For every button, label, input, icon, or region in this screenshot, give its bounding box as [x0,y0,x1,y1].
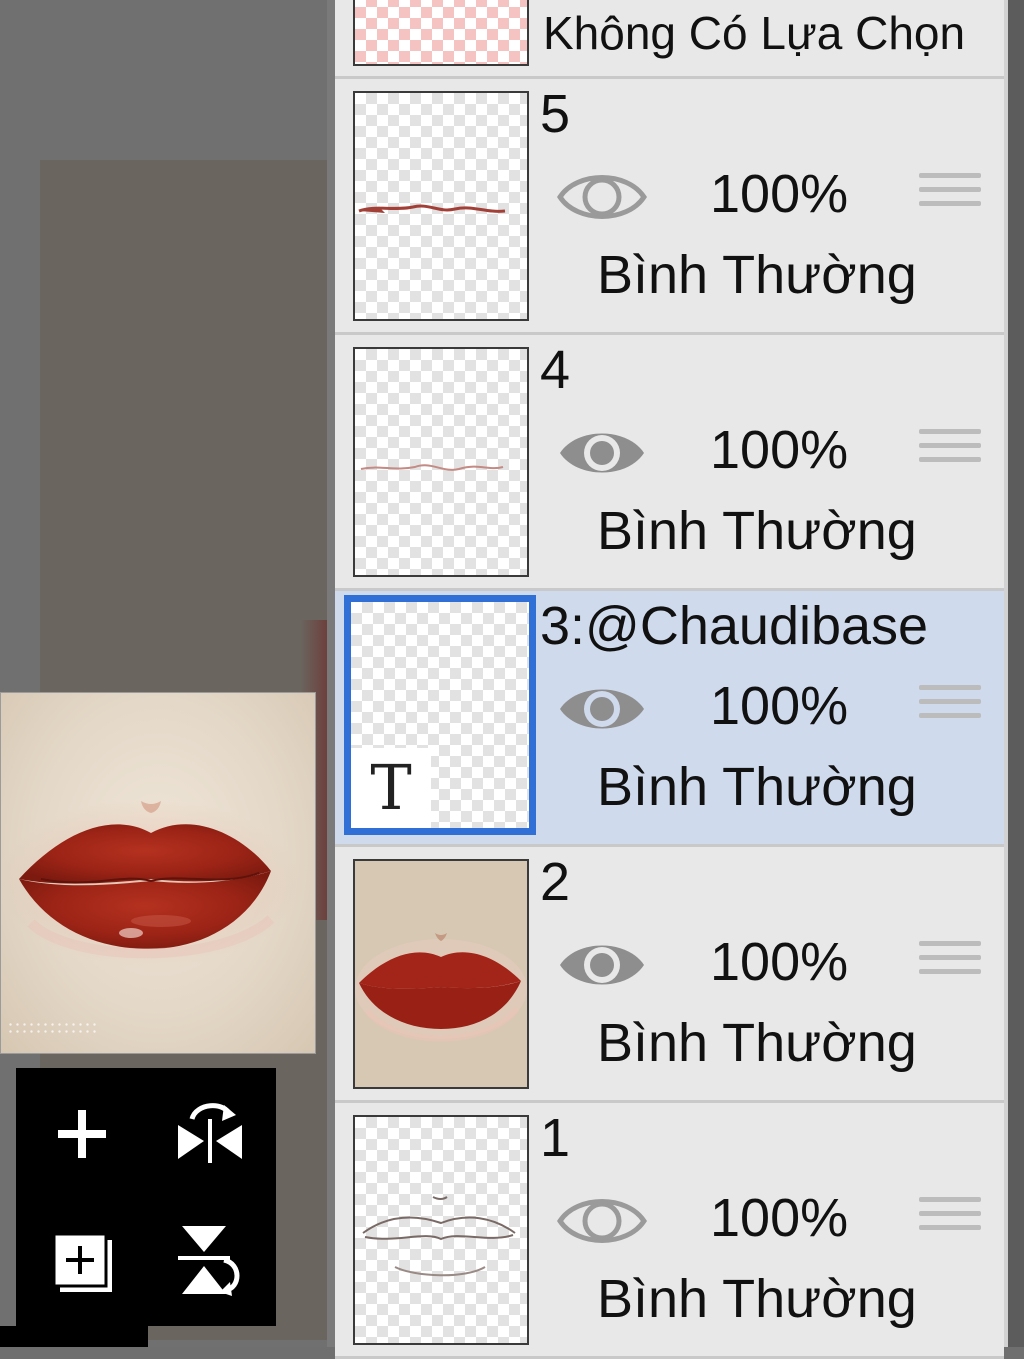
eye-outline-icon [557,175,647,219]
visibility-toggle-4[interactable] [557,423,647,483]
layer-toolbox [16,1068,276,1326]
layer-thumbnail-2[interactable] [353,859,529,1089]
layer-thumbnail-1[interactable] [353,1115,529,1345]
visibility-toggle-1[interactable] [557,1191,647,1251]
preview-dots [7,1021,97,1035]
layer-name-2: 2 [540,852,571,912]
layer-name-3: 3:@Chaudibase [540,596,929,656]
layer-blend-4[interactable]: Bình Thường [597,500,917,562]
layer-name-5: 5 [540,84,571,144]
layer-thumbnail-4[interactable] [353,347,529,577]
drag-handle-2[interactable] [919,941,981,985]
selection-label: Không Có Lựa Chọn [543,7,966,59]
lip-line-red-thumb [358,204,506,213]
layer-name-1: 1 [540,1108,571,1168]
lips-painted-thumb [355,933,527,1042]
reference-preview[interactable] [0,692,316,1054]
drag-handle-4[interactable] [919,429,981,473]
add-layer-button[interactable] [40,1092,124,1176]
eye-filled-icon [560,433,644,473]
flip-horizontal-button[interactable] [168,1090,252,1174]
layers-list: Không Có Lựa Chọn 5 100% Bình Thường 4 1… [335,0,1008,1359]
layer-row-3[interactable]: T 3:@Chaudibase 100% Bình Thường [335,591,1004,847]
visibility-toggle-3[interactable] [557,679,647,739]
layer-thumbnail-3[interactable]: T [344,595,536,835]
drag-handle-1[interactable] [919,1197,981,1241]
eye-filled-icon [560,945,644,985]
panel-scroll-edge[interactable] [1008,0,1024,1347]
visibility-toggle-2[interactable] [557,935,647,995]
layer-row-4[interactable]: 4 100% Bình Thường [335,335,1004,591]
layer-opacity-1[interactable]: 100% [710,1187,848,1249]
eye-outline-icon [557,1199,647,1243]
flip-vertical-icon [178,1226,240,1296]
flip-vertical-button[interactable] [166,1218,250,1302]
layer-blend-5[interactable]: Bình Thường [597,244,917,306]
layer-blend-3[interactable]: Bình Thường [597,756,917,818]
flip-horizontal-icon [178,1103,242,1163]
lip-line-faint-thumb [360,464,504,471]
visibility-toggle-5[interactable] [557,167,647,227]
layer-row-5[interactable]: 5 100% Bình Thường [335,79,1004,335]
layer-blend-2[interactable]: Bình Thường [597,1012,917,1074]
text-layer-badge: T [351,748,431,828]
add-layer-icon [58,1110,106,1158]
layer-row-2[interactable]: 2 100% Bình Thường [335,847,1004,1103]
add-layer-copy-button[interactable] [40,1218,124,1302]
drag-handle-5[interactable] [919,173,981,217]
selection-thumbnail [353,0,529,66]
layers-panel: Không Có Lựa Chọn 5 100% Bình Thường 4 1… [327,0,1024,1359]
layer-row-1[interactable]: 1 100% Bình Thường [335,1103,1004,1359]
selection-layer-row[interactable]: Không Có Lựa Chọn [335,0,1004,79]
layer-name-4: 4 [540,340,571,400]
add-layer-copy-icon [52,1232,112,1292]
eye-filled-icon [560,689,644,729]
layer-thumbnail-5[interactable] [353,91,529,321]
layer-opacity-2[interactable]: 100% [710,931,848,993]
layer-opacity-3[interactable]: 100% [710,675,848,737]
lip-sketch-thumb [362,1196,516,1277]
drag-handle-3[interactable] [919,685,981,729]
toolbox-footer [0,1326,148,1347]
lips-illustration [1,798,299,968]
layer-opacity-4[interactable]: 100% [710,419,848,481]
layer-blend-1[interactable]: Bình Thường [597,1268,917,1330]
layer-opacity-5[interactable]: 100% [710,163,848,225]
